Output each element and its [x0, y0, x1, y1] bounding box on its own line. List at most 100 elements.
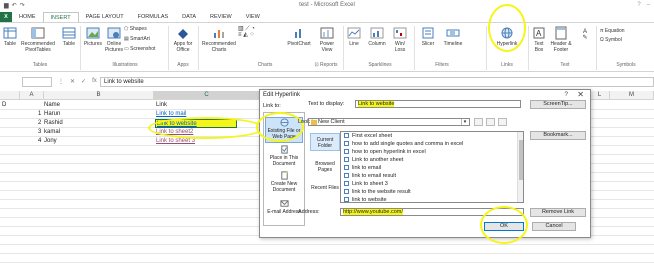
timeline-icon — [446, 29, 460, 37]
help-icon[interactable]: ? — [637, 2, 640, 8]
area-chart-icon: ◭ — [243, 32, 248, 38]
column-header-b[interactable]: B — [44, 91, 154, 100]
column-header-c[interactable]: C — [154, 91, 260, 100]
pivotchart-button[interactable]: PivotChart — [284, 26, 314, 47]
list-item[interactable]: First excel sheet — [344, 133, 392, 139]
apps-for-office-button[interactable]: Apps for Office — [170, 26, 196, 53]
table-button-2[interactable]: Table — [60, 26, 78, 47]
column-header-a[interactable]: A — [20, 91, 44, 100]
power-view-button[interactable]: Power View — [316, 26, 338, 53]
timeline-button[interactable]: Timeline — [440, 26, 466, 47]
excel-file-icon — [344, 173, 349, 179]
browse-file-icon[interactable] — [498, 118, 507, 126]
excel-file-icon — [344, 157, 349, 163]
online-pictures-button[interactable]: Online Pictures — [104, 26, 124, 53]
sparkline-winloss-button[interactable]: Win/ Loss — [390, 26, 410, 53]
browse-web-icon[interactable] — [486, 118, 495, 126]
tab-formulas[interactable]: FORMULAS — [131, 12, 176, 22]
bookmark-button[interactable]: Bookmark... — [530, 131, 586, 140]
link-to-create-new-document[interactable]: Create New Document — [265, 171, 303, 195]
link-to-place-in-document[interactable]: Place in This Document — [265, 145, 303, 169]
column-header-m[interactable]: M — [610, 91, 654, 100]
nav-recent-files[interactable]: Recent Files — [310, 183, 340, 199]
dialog-close-icon[interactable]: ✕ — [577, 90, 584, 99]
cancel-icon[interactable]: ✕ — [70, 78, 75, 85]
nav-current-folder[interactable]: Current Folder — [310, 133, 340, 151]
name-box[interactable] — [22, 77, 52, 87]
cancel-button[interactable]: Cancel — [532, 222, 576, 231]
screenshot-button[interactable]: ▭ Screenshot — [124, 46, 166, 52]
header-footer-button[interactable]: Header & Footer — [548, 26, 574, 53]
pictures-button[interactable]: Pictures — [82, 26, 104, 47]
pivottable-icon — [31, 27, 45, 39]
shapes-button[interactable]: ⬠ Shapes — [124, 26, 166, 32]
document-place-icon — [280, 145, 288, 154]
recommended-pivottables-button[interactable]: Recommended PivotTables — [18, 26, 58, 53]
group-label-reports: ⊡ Reports — [314, 62, 338, 68]
table-button[interactable]: Table — [2, 26, 18, 47]
dialog-help-icon[interactable]: ? — [564, 91, 568, 98]
sparkline-line-button[interactable]: Line — [346, 26, 362, 47]
slicer-button[interactable]: Slicer — [418, 26, 438, 47]
smartart-button[interactable]: ▤ SmartArt — [124, 36, 166, 42]
formula-input[interactable]: Link to website — [100, 77, 654, 87]
table-icon — [3, 27, 17, 39]
screentip-button[interactable]: ScreenTip... — [530, 100, 586, 109]
formula-bar: ⋮ ✕ ✓ fx Link to website — [0, 77, 654, 87]
active-cell-highlight-circle — [148, 117, 264, 139]
tab-review[interactable]: REVIEW — [203, 12, 239, 22]
column-header-l[interactable]: L — [590, 91, 610, 100]
file-list[interactable]: First excel sheet how to add single quot… — [340, 131, 524, 203]
symbol-button[interactable]: Ω Symbol — [600, 37, 652, 43]
chart-types-icons[interactable]: ▥ ⟋ ◔ ≡ ◭ ⁘ — [238, 26, 278, 38]
new-document-icon — [280, 171, 288, 180]
cell-link[interactable]: Link to mail — [156, 110, 186, 118]
recommended-charts-button[interactable]: Recommended Charts — [200, 26, 238, 53]
select-all-corner[interactable] — [0, 91, 20, 100]
list-item[interactable]: how to open hyperlink in excel — [344, 149, 426, 155]
enter-icon[interactable]: ✓ — [81, 78, 86, 85]
tab-file[interactable]: X — [0, 12, 12, 22]
cell-name[interactable]: Harun — [44, 110, 60, 118]
tab-view[interactable]: VIEW — [239, 12, 267, 22]
up-folder-icon[interactable] — [474, 118, 483, 126]
row-divider — [0, 262, 654, 263]
cell-header-name[interactable]: Name — [44, 101, 60, 109]
tab-page-layout[interactable]: PAGE LAYOUT — [79, 12, 131, 22]
list-item[interactable]: how to add single quotes and comma in ex… — [344, 141, 463, 147]
cell-name[interactable]: Rashid — [44, 119, 63, 127]
group-label-tables: Tables — [32, 62, 48, 68]
text-box-button[interactable]: A Text Box — [532, 26, 546, 53]
text-to-display-input[interactable]: Link to website — [355, 100, 521, 108]
tab-data[interactable]: DATA — [175, 12, 203, 22]
file-list-scrollbar[interactable] — [517, 132, 523, 202]
cell-name[interactable]: kamal — [44, 128, 60, 136]
list-item[interactable]: link to the website result — [344, 189, 411, 195]
equation-button[interactable]: π Equation — [600, 28, 652, 34]
tab-home[interactable]: HOME — [12, 12, 43, 22]
scrollbar-thumb[interactable] — [519, 140, 523, 180]
sparkline-column-button[interactable]: Column — [366, 26, 388, 47]
cell-name[interactable]: Jony — [44, 137, 57, 145]
more-icon[interactable]: ⋮ — [58, 78, 64, 85]
look-in-select[interactable]: New Client ▾ — [308, 118, 470, 126]
smartart-icon: ▤ — [124, 36, 129, 42]
list-item[interactable]: link to website — [344, 197, 387, 203]
dialog-title: Edit Hyperlink — [263, 92, 301, 98]
minimize-icon[interactable]: – — [647, 2, 650, 8]
text-more-icons[interactable]: A ✎ — [578, 29, 592, 41]
list-item[interactable]: Link to another sheet — [344, 157, 403, 163]
fx-icon[interactable]: fx — [92, 78, 97, 85]
list-item[interactable]: link to email result — [344, 173, 396, 179]
tab-insert[interactable]: INSERT — [42, 12, 79, 22]
nav-browsed-pages[interactable]: Browsed Pages — [310, 159, 340, 175]
cell-header-link[interactable]: Link — [156, 101, 167, 109]
reports-icon: ⊡ — [314, 62, 319, 68]
list-item[interactable]: Link to sheet 3 — [344, 181, 388, 187]
scatter-chart-icon: ⁘ — [249, 32, 255, 38]
signature-icon: ✎ — [582, 35, 588, 41]
list-item[interactable]: link to email — [344, 165, 381, 171]
window-controls: ? – — [637, 2, 650, 8]
group-separator — [343, 26, 344, 70]
remove-link-button[interactable]: Remove Link — [530, 208, 586, 217]
